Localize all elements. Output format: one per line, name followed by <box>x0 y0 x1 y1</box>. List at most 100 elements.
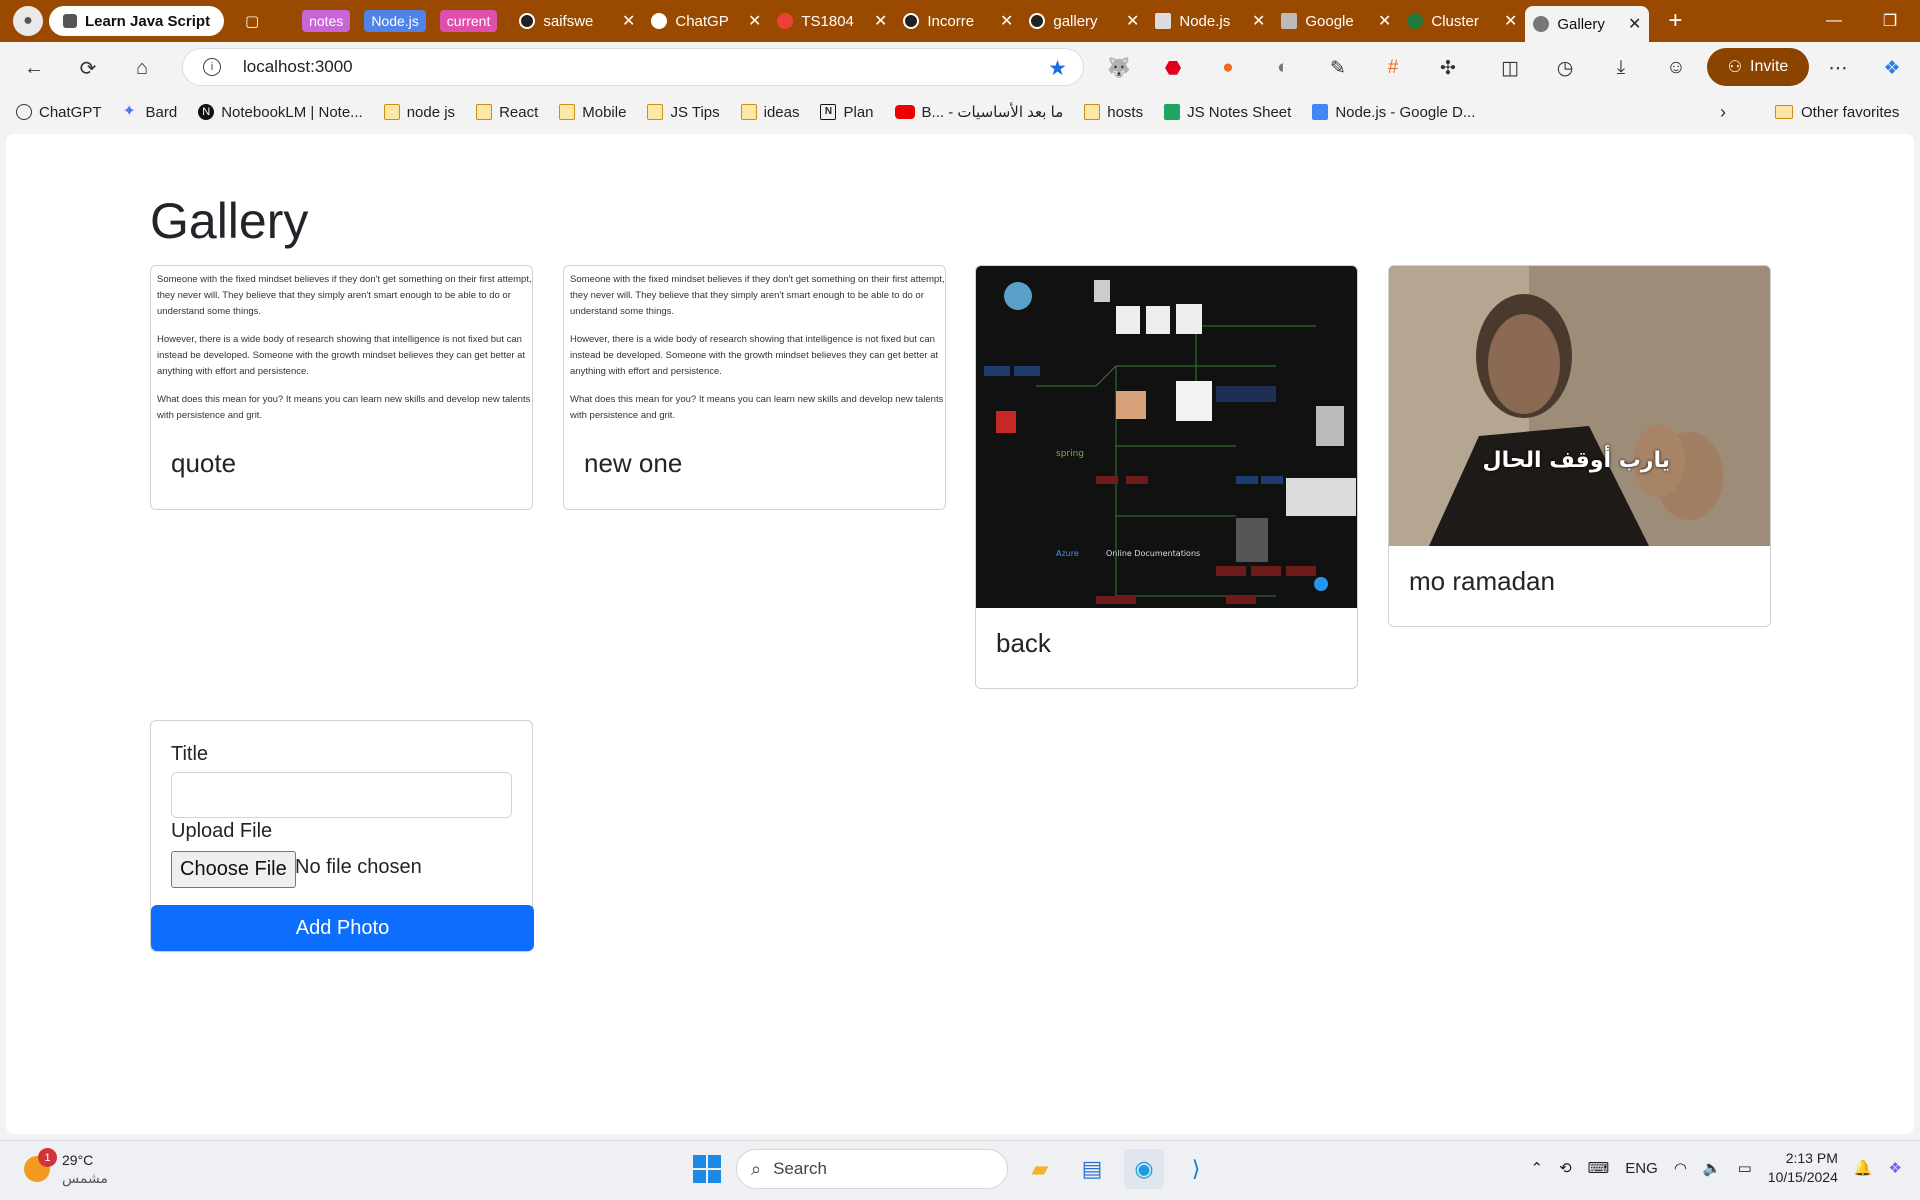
tab-incorrect[interactable]: Incorre ✕ <box>895 5 1021 37</box>
notepad-icon[interactable]: ▤ <box>1072 1149 1112 1189</box>
restore-icon[interactable]: ❐ <box>1862 0 1918 42</box>
file-explorer-icon[interactable]: ▰ <box>1020 1149 1060 1189</box>
gallery-card-mo-ramadan[interactable]: يارب أوقف الحال mo ramadan <box>1388 265 1771 627</box>
keyboard-icon[interactable]: ⌨ <box>1588 1159 1610 1177</box>
battery-icon[interactable]: ▭ <box>1738 1159 1752 1177</box>
tab-favicon-icon <box>63 14 77 28</box>
github-icon <box>519 13 536 29</box>
bookmark-plan[interactable]: N Plan <box>820 104 874 121</box>
taskbar-search[interactable]: ⌕ Search <box>736 1149 1008 1189</box>
minimize-icon[interactable]: — <box>1806 0 1862 42</box>
gallery-card-back[interactable]: spring Azure Online Documentations API b… <box>975 265 1358 689</box>
close-tab-icon[interactable]: ✕ <box>1120 11 1139 31</box>
bookmark-node-docs[interactable]: Node.js - Google D... <box>1312 104 1475 121</box>
close-tab-icon[interactable]: ✕ <box>1246 11 1265 31</box>
google-icon <box>777 13 794 29</box>
bookmark-js-notes-sheet[interactable]: JS Notes Sheet <box>1164 104 1291 121</box>
tab-saifswe[interactable]: saifswe ✕ <box>511 5 643 37</box>
tab-actions-icon[interactable]: ▢ <box>236 7 268 35</box>
volume-icon[interactable]: 🔈 <box>1703 1159 1722 1177</box>
back-arrow-icon[interactable]: ← <box>14 48 54 88</box>
extensions-puzzle-icon[interactable]: ✣ <box>1430 50 1466 86</box>
close-tab-icon[interactable]: ✕ <box>1498 11 1517 31</box>
invite-button[interactable]: ⚇ Invite <box>1707 48 1809 86</box>
tab-gallery-github[interactable]: gallery ✕ <box>1021 5 1147 37</box>
choose-file-button[interactable]: Choose File <box>171 851 296 888</box>
tab-cluster[interactable]: Cluster ✕ <box>1399 5 1525 37</box>
close-tab-icon[interactable]: ✕ <box>742 11 761 31</box>
chatgpt-icon <box>16 104 32 120</box>
close-tab-icon[interactable]: ✕ <box>616 11 635 31</box>
bookmark-chatgpt[interactable]: ChatGPT <box>16 104 102 121</box>
tab-learn-java-script[interactable]: Learn Java Script <box>49 6 225 36</box>
edge-icon[interactable]: ◉ <box>1124 1149 1164 1189</box>
tab-group-notes[interactable]: notes <box>302 10 351 32</box>
extension-gray-icon[interactable]: ◐ <box>1265 50 1301 86</box>
site-info-icon[interactable]: i <box>203 58 221 76</box>
tab-nodejs[interactable]: Node.js ✕ <box>1147 5 1273 37</box>
tab-ts1804[interactable]: TS1804 ✕ <box>769 5 895 37</box>
card-image-quote: Someone with the fixed mindset believes … <box>157 274 532 421</box>
tab-group-nodejs[interactable]: Node.js <box>364 10 426 32</box>
gallery-card-quote[interactable]: Someone with the fixed mindset believes … <box>150 265 533 510</box>
extension-orange-icon[interactable]: ● <box>1210 50 1246 86</box>
language-indicator[interactable]: ENG <box>1625 1160 1658 1177</box>
copilot-icon[interactable]: ❖ <box>1874 50 1910 86</box>
bookmark-node-js[interactable]: node js <box>383 104 455 121</box>
more-menu-icon[interactable]: ⋯ <box>1820 50 1856 86</box>
bookmark-notebooklm[interactable]: N NotebookLM | Note... <box>198 104 363 121</box>
profile-icon[interactable]: ● <box>13 6 43 36</box>
folder-icon <box>476 104 493 120</box>
tab-gallery-active[interactable]: Gallery ✕ <box>1525 6 1650 42</box>
start-icon[interactable] <box>690 1152 724 1186</box>
bookmark-youtube[interactable]: B... - ما بعد الأساسيات <box>894 103 1063 121</box>
tab-chatgpt[interactable]: ChatGP ✕ <box>643 5 769 37</box>
bookmark-ideas[interactable]: ideas <box>740 104 799 121</box>
chevron-right-icon[interactable]: › <box>1720 94 1726 130</box>
adblock-icon[interactable]: ⬣ <box>1155 50 1191 86</box>
upload-file-label: Upload File <box>171 820 273 842</box>
vscode-icon[interactable]: ⟩ <box>1176 1149 1216 1189</box>
chevron-up-icon[interactable]: ⌃ <box>1530 1159 1543 1177</box>
bell-icon[interactable]: 🔔 <box>1854 1159 1873 1177</box>
sync-icon[interactable]: ⟲ <box>1559 1159 1572 1177</box>
tab-strip: ● Learn Java Script ▢ notes Node.js curr… <box>0 0 1920 42</box>
wifi-icon[interactable]: ◠ <box>1674 1159 1687 1177</box>
add-photo-button[interactable]: Add Photo <box>151 905 534 951</box>
refresh-icon[interactable]: ⟳ <box>68 48 108 88</box>
favorite-star-icon[interactable]: ★ <box>1048 56 1067 81</box>
split-screen-icon[interactable]: ◫ <box>1492 50 1528 86</box>
color-picker-icon[interactable]: ✎ <box>1320 50 1356 86</box>
bookmark-other-favorites[interactable]: Other favorites <box>1775 94 1899 130</box>
new-tab-icon[interactable]: + <box>1659 7 1691 35</box>
clock[interactable]: 2:13 PM 10/15/2024 <box>1768 1149 1838 1187</box>
title-input[interactable] <box>171 772 512 818</box>
tab-google[interactable]: Google ✕ <box>1273 5 1399 37</box>
home-icon[interactable]: ⌂ <box>122 48 162 88</box>
page-content: Gallery Someone with the fixed mindset b… <box>6 134 1914 1134</box>
weather-widget[interactable]: 1 29°C مشمس <box>24 1148 108 1187</box>
extension-wolf-icon[interactable]: 🐺 <box>1101 50 1137 86</box>
history-icon[interactable]: ◷ <box>1547 50 1583 86</box>
card-title: new one <box>584 448 683 478</box>
extension-grid-icon[interactable]: # <box>1375 50 1411 86</box>
close-tab-icon[interactable]: ✕ <box>1622 14 1641 34</box>
close-tab-icon[interactable]: ✕ <box>1372 11 1391 31</box>
address-bar[interactable]: i localhost:3000 ★ <box>182 48 1084 86</box>
bookmark-react[interactable]: React <box>476 104 538 121</box>
bookmark-hosts[interactable]: hosts <box>1084 104 1143 121</box>
feedback-icon[interactable]: ☺ <box>1658 50 1694 86</box>
bookmark-js-tips[interactable]: JS Tips <box>647 104 720 121</box>
tab-group-current[interactable]: current <box>439 10 498 32</box>
bookmark-bard[interactable]: ✦ Bard <box>123 104 178 121</box>
close-tab-icon[interactable]: ✕ <box>868 11 887 31</box>
bookmark-mobile[interactable]: Mobile <box>559 104 626 121</box>
github-icon <box>1029 13 1046 29</box>
folder-icon <box>383 104 400 120</box>
svg-text:API: API <box>1306 505 1329 519</box>
gallery-card-new-one[interactable]: Someone with the fixed mindset believes … <box>563 265 946 510</box>
downloads-icon[interactable]: ⤓ <box>1603 50 1639 86</box>
roadmap-diagram: spring Azure Online Documentations API <box>984 280 1356 604</box>
copilot-taskbar-icon[interactable]: ❖ <box>1889 1159 1902 1177</box>
close-tab-icon[interactable]: ✕ <box>994 11 1013 31</box>
